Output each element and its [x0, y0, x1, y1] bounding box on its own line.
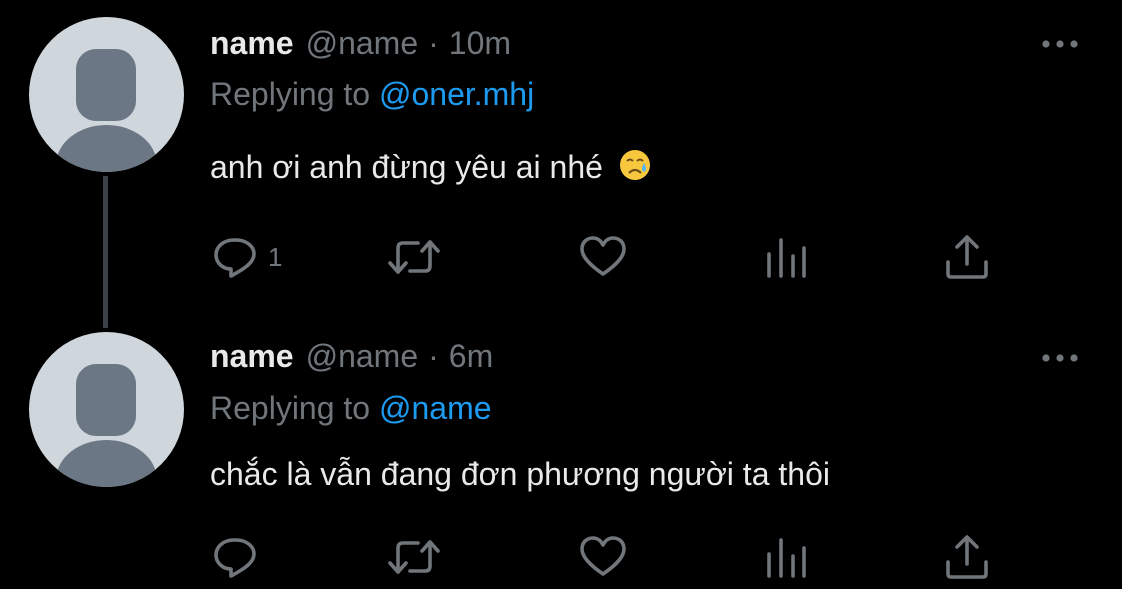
avatar-shoulders: [56, 125, 157, 172]
avatar[interactable]: [29, 332, 184, 487]
user-handle[interactable]: @name: [306, 25, 419, 62]
tweet-text-content: chắc là vẫn đang đơn phương người ta thô…: [210, 456, 830, 492]
like-icon: [580, 236, 626, 276]
more-icon[interactable]: [1040, 352, 1080, 364]
tweet-text: chắc là vẫn đang đơn phương người ta thô…: [210, 456, 830, 493]
reply-icon: [214, 238, 256, 278]
replying-label: Replying to: [210, 76, 371, 112]
avatar-head: [76, 364, 136, 436]
retweet-button[interactable]: [384, 232, 444, 282]
tweet-2[interactable]: name @name · 6m Replying to @name chắc l…: [0, 314, 1122, 589]
like-button[interactable]: [578, 232, 628, 282]
avatar-shoulders: [56, 440, 157, 487]
share-button[interactable]: [942, 532, 992, 582]
separator-dot: ·: [428, 338, 439, 374]
timestamp[interactable]: 6m: [449, 338, 493, 375]
tweet-actions: 1: [0, 232, 1122, 282]
share-icon: [946, 235, 988, 279]
tweet-actions: [0, 532, 1122, 582]
reply-button[interactable]: [210, 532, 260, 582]
tweet-1[interactable]: name @name · 10m Replying to @oner.mhj a…: [0, 0, 1122, 300]
views-icon: [767, 538, 806, 578]
replying-to: Replying to @oner.mhj: [210, 76, 534, 113]
display-name[interactable]: name: [210, 25, 294, 62]
more-icon[interactable]: [1040, 38, 1080, 50]
reply-button[interactable]: 1: [210, 232, 282, 282]
tweet-header: name @name · 6m: [210, 338, 493, 378]
like-button[interactable]: [578, 532, 628, 582]
retweet-button[interactable]: [384, 532, 444, 582]
retweet-icon: [388, 540, 440, 574]
like-icon: [580, 536, 626, 576]
reply-count: 1: [268, 241, 283, 272]
avatar-head: [76, 49, 136, 121]
separator-dot: ·: [428, 25, 439, 61]
thread-connector-line: [103, 176, 108, 328]
display-name[interactable]: name: [210, 338, 294, 375]
mention-link[interactable]: @name: [379, 390, 492, 426]
replying-label: Replying to: [210, 390, 371, 426]
crying-face-emoji-icon: [619, 150, 650, 180]
user-handle[interactable]: @name: [306, 338, 419, 375]
timestamp[interactable]: 10m: [449, 25, 511, 62]
reply-icon: [214, 538, 256, 578]
tweet-header: name @name · 10m: [210, 25, 511, 65]
retweet-icon: [388, 240, 440, 274]
tweet-text-content: anh ơi anh đừng yêu ai nhé: [210, 149, 603, 185]
avatar[interactable]: [29, 17, 184, 172]
views-button[interactable]: [762, 232, 812, 282]
replying-to: Replying to @name: [210, 390, 492, 427]
views-button[interactable]: [762, 532, 812, 582]
mention-link[interactable]: @oner.mhj: [379, 76, 534, 112]
views-icon: [767, 238, 806, 278]
share-icon: [946, 535, 988, 579]
share-button[interactable]: [942, 232, 992, 282]
tweet-text: anh ơi anh đừng yêu ai nhé: [210, 148, 652, 186]
